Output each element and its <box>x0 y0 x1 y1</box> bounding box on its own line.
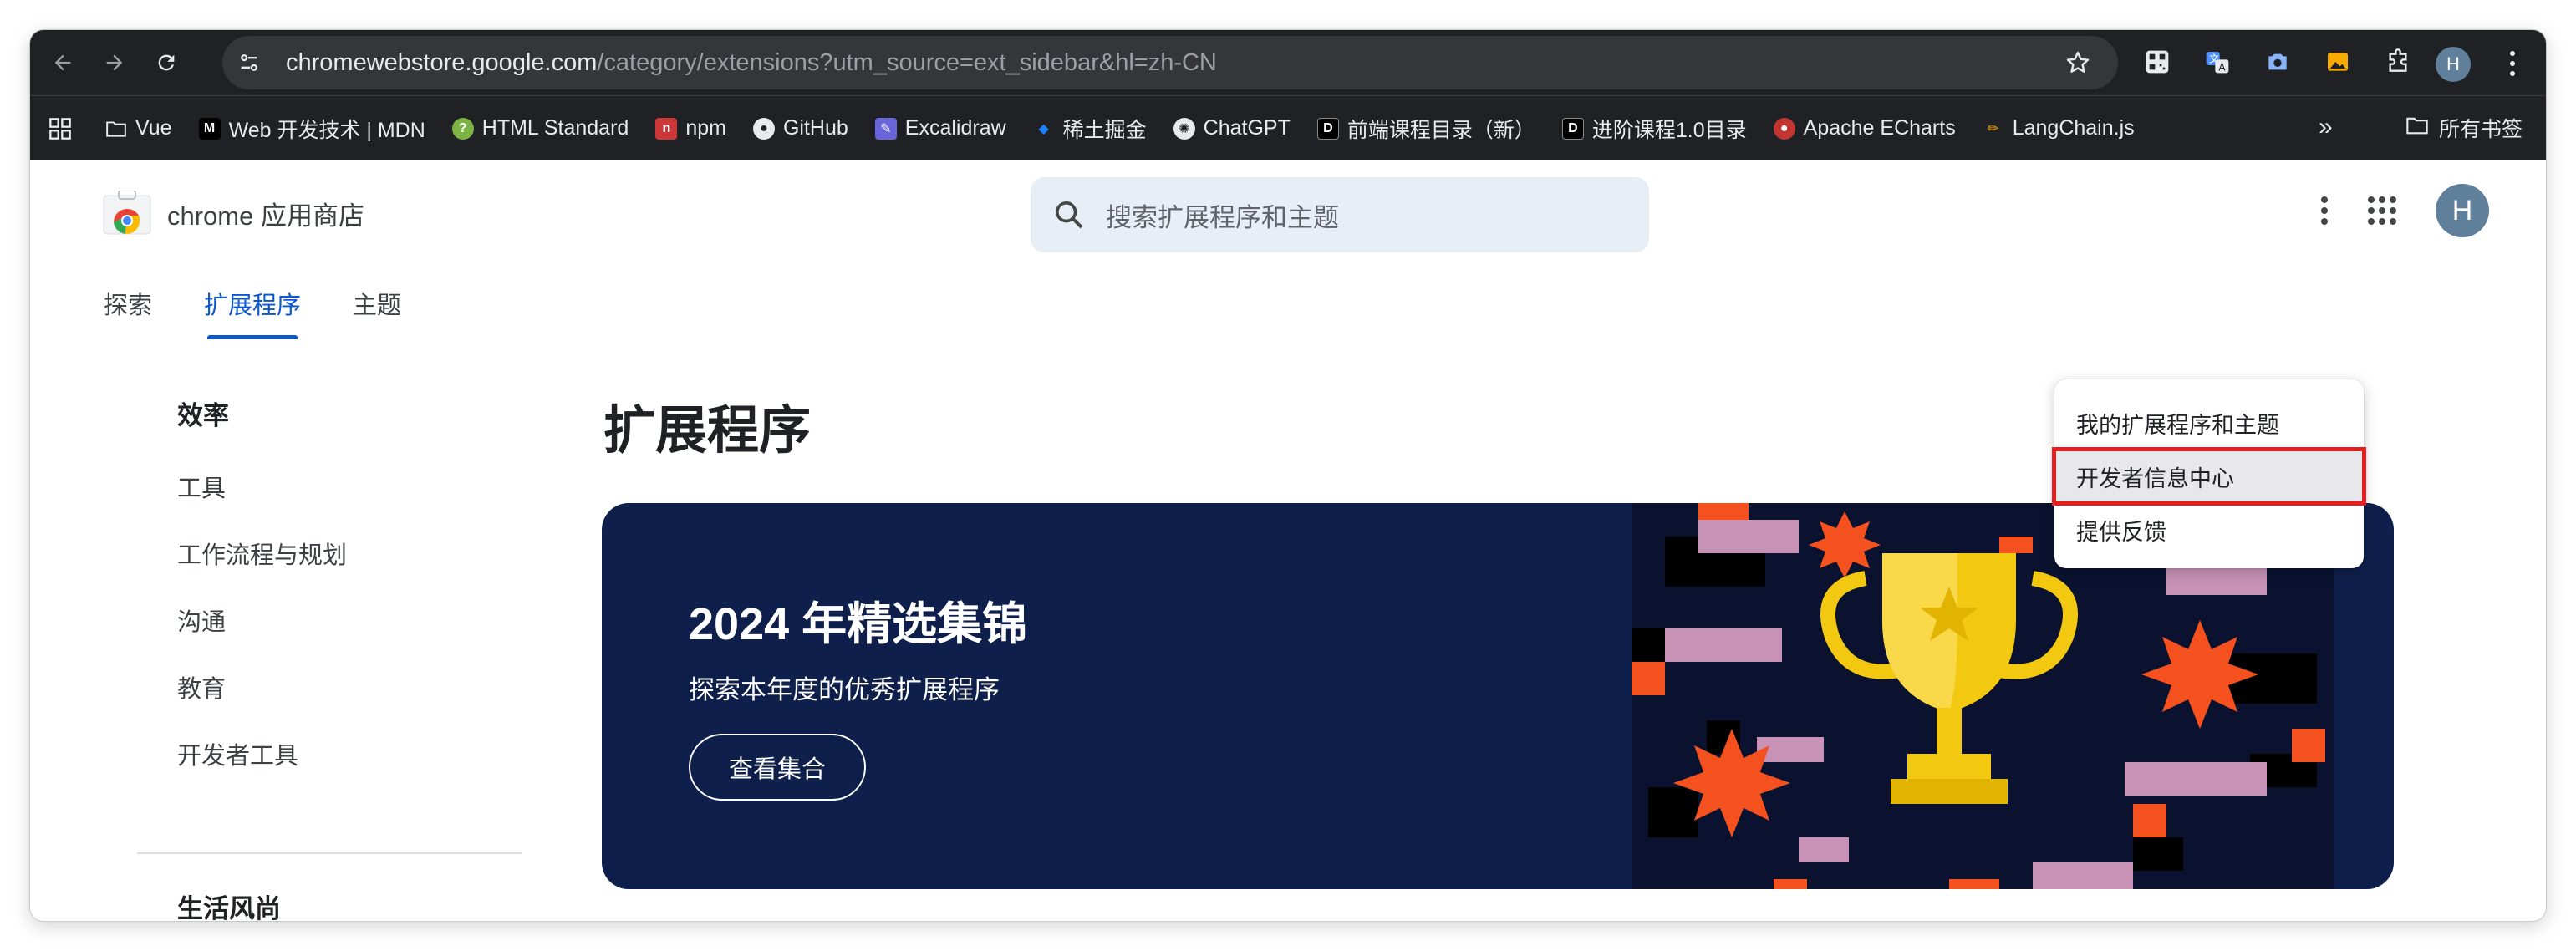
bookmark-chatgpt[interactable]: ✺ ChatGPT <box>1173 116 1291 140</box>
browser-menu-icon[interactable] <box>2496 45 2529 82</box>
page-title: 扩展程序 <box>603 402 812 460</box>
extensions-puzzle-icon[interactable] <box>2377 40 2419 84</box>
tab-themes[interactable]: 主题 <box>353 286 401 339</box>
chrome-web-store-icon <box>103 191 151 235</box>
sidebar-item-developer-tools[interactable]: 开发者工具 <box>177 740 528 806</box>
category-sidebar: 效率 工具 工作流程与规划 沟通 教育 开发者工具 <box>177 394 528 806</box>
excalidraw-icon: ✎ <box>874 117 897 140</box>
banner-subtitle: 探索本年度的优秀扩展程序 <box>689 675 1000 704</box>
bookmark-echarts[interactable]: ● Apache ECharts <box>1773 116 1956 140</box>
translate-extension-icon[interactable]: 文A <box>2197 40 2238 84</box>
bookmark-label: LangChain.js <box>2012 116 2135 140</box>
juejin-icon: ◆ <box>1038 121 1049 136</box>
bookmark-label: Apache ECharts <box>1803 116 1956 140</box>
sidebar-item-workflow[interactable]: 工作流程与规划 <box>177 539 528 606</box>
bookmark-juejin[interactable]: ◆ 稀土掘金 <box>1033 114 1147 144</box>
bookmark-label: 进阶课程1.0目录 <box>1591 118 1747 142</box>
more-options-menu: 我的扩展程序和主题 开发者信息中心 提供反馈 <box>2052 379 2366 568</box>
more-bookmarks-chevron-icon[interactable]: » <box>2319 113 2333 141</box>
bookmark-label: ChatGPT <box>1203 116 1291 140</box>
store-logo[interactable]: chrome 应用商店 <box>102 191 364 236</box>
browser-profile-avatar[interactable]: H <box>2436 47 2471 82</box>
sidebar-item-tools[interactable]: 工具 <box>177 472 528 539</box>
google-apps-icon[interactable] <box>2367 196 2397 226</box>
sidebar-heading-productivity: 效率 <box>177 401 229 430</box>
svg-text:A: A <box>2218 62 2226 74</box>
sidebar-item-education[interactable]: 教育 <box>177 673 528 740</box>
bookmark-mdn[interactable]: M Web 开发技术 | MDN <box>198 114 425 144</box>
address-bar[interactable]: chromewebstore.google.com/category/exten… <box>222 36 2118 89</box>
search-placeholder: 搜索扩展程序和主题 <box>1106 202 1339 232</box>
menu-item-my-extensions[interactable]: 我的扩展程序和主题 <box>2054 396 2364 450</box>
npm-icon: n <box>655 117 678 140</box>
bookmark-frontend-course[interactable]: D 前端课程目录（新） <box>1316 114 1535 144</box>
apps-grid-icon[interactable] <box>48 117 72 140</box>
store-name: chrome 应用商店 <box>167 201 364 231</box>
notion-icon: D <box>1561 117 1584 140</box>
bookmark-star-icon[interactable] <box>2061 46 2095 79</box>
bookmark-label: Web 开发技术 | MDN <box>228 118 425 142</box>
url-text: chromewebstore.google.com/category/exten… <box>286 48 1217 76</box>
bookmark-label: 前端课程目录（新） <box>1347 118 1535 142</box>
chatgpt-icon: ✺ <box>1173 117 1195 140</box>
github-icon: ● <box>752 117 775 140</box>
bookmark-label: GitHub <box>782 116 848 140</box>
browser-window: chromewebstore.google.com/category/exten… <box>30 30 2546 921</box>
tab-extensions[interactable]: 扩展程序 <box>204 286 301 339</box>
bookmark-langchain[interactable]: ✏ LangChain.js <box>1983 116 2135 140</box>
camera-extension-icon[interactable] <box>2257 40 2299 84</box>
site-info-icon[interactable] <box>222 36 276 89</box>
bookmark-label: HTML Standard <box>481 116 629 140</box>
web-store-page: chrome 应用商店 搜索扩展程序和主题 H 探索 扩展程序 主题 效率 工具… <box>30 160 2546 921</box>
sidebar-divider <box>137 852 522 854</box>
menu-item-developer-dashboard[interactable]: 开发者信息中心 <box>2052 447 2366 506</box>
account-avatar[interactable]: H <box>2436 184 2489 237</box>
reload-icon <box>158 54 175 71</box>
qr-code-extension-icon[interactable] <box>2136 40 2178 84</box>
back-button[interactable] <box>37 37 89 89</box>
tab-explore[interactable]: 探索 <box>104 286 152 339</box>
folder-icon <box>105 118 127 140</box>
bookmarks-bar: Vue M Web 开发技术 | MDN ? HTML Standard n n… <box>30 95 2546 160</box>
forward-button[interactable] <box>89 37 140 89</box>
view-collection-button[interactable]: 查看集合 <box>689 734 866 801</box>
all-bookmarks-button[interactable]: 所有书签 <box>2405 113 2523 143</box>
notion-icon: D <box>1316 117 1339 140</box>
folder-icon <box>2405 115 2429 141</box>
sidebar-heading-lifestyle: 生活风尚 <box>177 894 281 921</box>
banner-title: 2024 年精选集锦 <box>689 599 1028 649</box>
bookmark-npm[interactable]: n npm <box>655 116 726 140</box>
reload-button[interactable] <box>140 37 192 89</box>
image-extension-icon[interactable] <box>2317 40 2359 84</box>
langchain-icon: ✏ <box>1988 121 1999 136</box>
mdn-icon: M <box>198 117 221 140</box>
bookmark-label: npm <box>685 116 726 140</box>
extension-icons: 文A <box>2136 40 2419 84</box>
store-search-input[interactable]: 搜索扩展程序和主题 <box>1031 177 1649 252</box>
bookmark-vue[interactable]: Vue <box>105 116 172 140</box>
menu-item-feedback[interactable]: 提供反馈 <box>2054 503 2364 557</box>
bookmark-github[interactable]: ● GitHub <box>752 116 848 140</box>
bookmark-label: Vue <box>135 116 172 140</box>
echarts-icon: ● <box>1773 117 1795 140</box>
bookmark-label: Excalidraw <box>904 116 1006 140</box>
search-icon <box>1056 201 1083 229</box>
all-bookmarks-label: 所有书签 <box>2439 118 2523 141</box>
bookmark-excalidraw[interactable]: ✎ Excalidraw <box>874 116 1006 140</box>
more-options-icon[interactable] <box>2320 196 2329 226</box>
bookmark-advanced-course[interactable]: D 进阶课程1.0目录 <box>1561 114 1747 144</box>
html-standard-icon: ? <box>451 117 474 140</box>
forward-arrow-icon <box>106 54 123 71</box>
sidebar-item-communication[interactable]: 沟通 <box>177 606 528 673</box>
bookmark-html-standard[interactable]: ? HTML Standard <box>451 116 629 140</box>
back-arrow-icon <box>54 54 71 71</box>
store-header-actions: H <box>2320 184 2489 237</box>
browser-toolbar: chromewebstore.google.com/category/exten… <box>30 30 2546 95</box>
category-tabs: 探索 扩展程序 主题 <box>104 286 401 339</box>
bookmark-label: 稀土掘金 <box>1062 118 1147 142</box>
